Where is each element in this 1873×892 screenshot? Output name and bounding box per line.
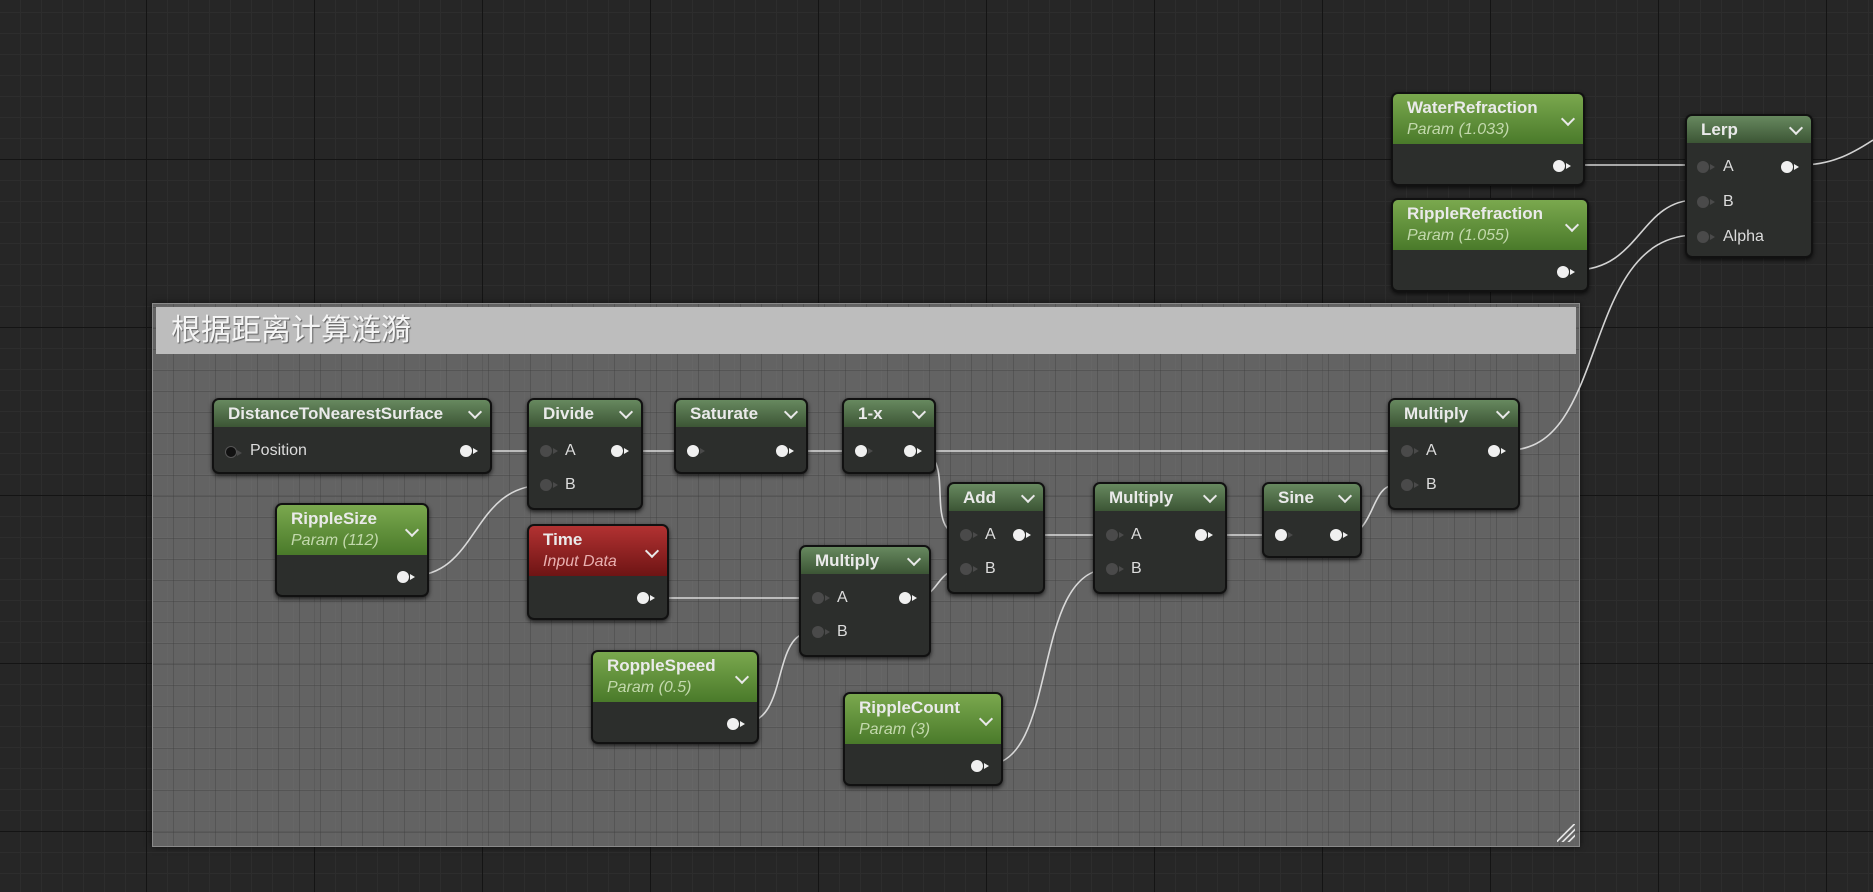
node-ripple-count[interactable]: RippleCount Param (3): [843, 692, 1003, 786]
node-ripple-refraction[interactable]: RippleRefraction Param (1.055): [1391, 198, 1589, 292]
node-subtitle: Param (112): [291, 532, 379, 549]
node-saturate[interactable]: Saturate: [674, 398, 808, 474]
pin-label-position: Position: [250, 442, 307, 459]
chevron-down-icon[interactable]: [1788, 120, 1804, 135]
node-title: Divide: [543, 404, 595, 423]
output-pin[interactable]: [1557, 266, 1575, 278]
output-pin[interactable]: [611, 445, 629, 457]
output-pin[interactable]: [1195, 529, 1213, 541]
input-pin-a[interactable]: [960, 529, 978, 541]
pin-label-a: A: [565, 442, 576, 459]
pin-label-alpha: Alpha: [1723, 228, 1764, 245]
node-divide[interactable]: Divide A B: [527, 398, 643, 510]
node-multiply-final[interactable]: Multiply A B: [1388, 398, 1520, 510]
input-pin-position[interactable]: [225, 446, 242, 458]
output-pin[interactable]: [1488, 445, 1506, 457]
node-title: RoppleSpeed: [607, 656, 716, 675]
chevron-down-icon[interactable]: [906, 551, 922, 566]
node-title: DistanceToNearestSurface: [228, 404, 444, 423]
chevron-down-icon[interactable]: [1020, 488, 1036, 503]
pin-label-b: B: [985, 560, 996, 577]
node-title: Lerp: [1701, 120, 1738, 139]
output-pin[interactable]: [1330, 529, 1348, 541]
input-pin[interactable]: [687, 445, 705, 457]
chevron-down-icon[interactable]: [467, 404, 483, 419]
input-pin-a[interactable]: [1106, 529, 1124, 541]
node-water-refraction[interactable]: WaterRefraction Param (1.033): [1391, 92, 1585, 186]
output-pin[interactable]: [1781, 161, 1799, 173]
chevron-down-icon[interactable]: [783, 404, 799, 419]
node-title: Add: [963, 488, 997, 507]
node-title: RippleRefraction: [1407, 204, 1544, 223]
input-pin-a[interactable]: [1697, 161, 1715, 173]
output-pin[interactable]: [904, 445, 922, 457]
input-pin[interactable]: [1275, 529, 1293, 541]
node-title: Multiply: [1404, 404, 1469, 423]
chevron-down-icon[interactable]: [618, 404, 634, 419]
pin-label-b: B: [837, 623, 848, 640]
chevron-down-icon[interactable]: [1202, 488, 1218, 503]
node-title: Multiply: [815, 551, 880, 570]
node-ripple-size[interactable]: RippleSize Param (112): [275, 503, 429, 597]
output-pin[interactable]: [727, 718, 745, 730]
output-pin[interactable]: [1013, 529, 1031, 541]
comment-resize-handle[interactable]: [1557, 824, 1575, 842]
node-title: Multiply: [1109, 488, 1174, 507]
node-title: Saturate: [690, 404, 759, 423]
node-ripple-speed[interactable]: RoppleSpeed Param (0.5): [591, 650, 759, 744]
pin-label-a: A: [1723, 158, 1734, 175]
node-subtitle: Input Data: [543, 553, 617, 570]
node-multiply-time[interactable]: Multiply A B: [799, 545, 931, 657]
pin-label-a: A: [1426, 442, 1437, 459]
pin-label-a: A: [837, 589, 848, 606]
input-pin[interactable]: [855, 445, 873, 457]
chevron-down-icon[interactable]: [911, 404, 927, 419]
node-title: RippleCount: [859, 698, 961, 717]
node-title: Sine: [1278, 488, 1314, 507]
output-pin[interactable]: [899, 592, 917, 604]
node-time[interactable]: Time Input Data: [527, 524, 669, 620]
output-pin[interactable]: [637, 592, 655, 604]
node-title: RippleSize: [291, 509, 377, 528]
node-multiply-count[interactable]: Multiply A B: [1093, 482, 1227, 594]
input-pin-b[interactable]: [1401, 479, 1419, 491]
node-add[interactable]: Add A B: [947, 482, 1045, 594]
output-pin[interactable]: [776, 445, 794, 457]
input-pin-b[interactable]: [960, 563, 978, 575]
node-distance-to-nearest-surface[interactable]: DistanceToNearestSurface Position: [212, 398, 492, 474]
node-sine[interactable]: Sine: [1262, 482, 1362, 558]
input-pin-b[interactable]: [1697, 196, 1715, 208]
node-title: Time: [543, 530, 583, 549]
input-pin-b[interactable]: [1106, 563, 1124, 575]
output-pin[interactable]: [460, 445, 478, 457]
input-pin-b[interactable]: [812, 626, 830, 638]
node-one-minus-x[interactable]: 1-x: [842, 398, 936, 474]
pin-label-b: B: [1723, 193, 1734, 210]
input-pin-a[interactable]: [812, 592, 830, 604]
input-pin-a[interactable]: [540, 445, 558, 457]
node-subtitle: Param (0.5): [607, 679, 692, 696]
input-pin-alpha[interactable]: [1697, 231, 1715, 243]
output-pin[interactable]: [397, 571, 415, 583]
pin-label-b: B: [565, 476, 576, 493]
node-title: WaterRefraction: [1407, 98, 1538, 117]
node-subtitle: Param (3): [859, 721, 931, 738]
chevron-down-icon[interactable]: [1337, 488, 1353, 503]
node-lerp[interactable]: Lerp A B Alpha: [1685, 114, 1813, 258]
output-pin[interactable]: [971, 760, 989, 772]
input-pin-a[interactable]: [1401, 445, 1419, 457]
output-pin[interactable]: [1553, 160, 1571, 172]
pin-label-b: B: [1131, 560, 1142, 577]
pin-label-a: A: [985, 526, 996, 543]
comment-title[interactable]: 根据距离计算涟漪: [156, 307, 1576, 354]
pin-label-b: B: [1426, 476, 1437, 493]
wire-ripple-refraction-to-lerp-b: [1574, 199, 1697, 271]
chevron-down-icon[interactable]: [1495, 404, 1511, 419]
pin-label-a: A: [1131, 526, 1142, 543]
node-subtitle: Param (1.055): [1407, 227, 1510, 244]
node-title: 1-x: [858, 404, 883, 423]
node-subtitle: Param (1.033): [1407, 121, 1510, 138]
input-pin-b[interactable]: [540, 479, 558, 491]
